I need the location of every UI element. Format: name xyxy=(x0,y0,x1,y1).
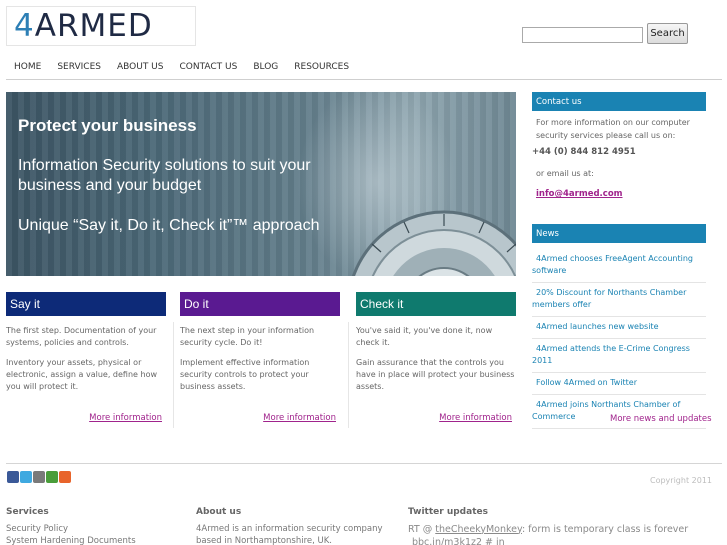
safe-dial-image xyxy=(351,210,516,276)
check-it-heading: Check it xyxy=(356,292,516,316)
hero-banner: Protect your business Information Securi… xyxy=(6,92,516,276)
tweet-user-link[interactable]: theCheekyMonkey xyxy=(435,524,522,535)
search-input[interactable] xyxy=(522,27,643,43)
news-list: 4Armed chooses FreeAgent Accounting soft… xyxy=(532,249,706,429)
nav-contact-us[interactable]: CONTACT US xyxy=(171,58,245,79)
say-it-more-link[interactable]: More information xyxy=(89,413,162,423)
print-icon[interactable] xyxy=(33,471,45,483)
check-it-column: Check it You've said it, you've done it,… xyxy=(356,292,516,423)
news-item[interactable]: 4Armed attends the E-Crime Congress 2011 xyxy=(532,339,706,373)
news-item[interactable]: 4Armed chooses FreeAgent Accounting soft… xyxy=(532,249,706,283)
hero-line-1: Information Security solutions to suit y… xyxy=(18,157,311,194)
tweet-link[interactable]: bbc.in/m3k1z2 # in xyxy=(408,536,708,545)
news-heading: News xyxy=(532,224,706,243)
logo[interactable]: 4ARMED xyxy=(6,6,196,46)
contact-email-link[interactable]: info@4armed.com xyxy=(532,188,706,201)
social-icons xyxy=(7,471,71,483)
do-it-column: Do it The next step in your information … xyxy=(180,292,340,423)
tweet: RT @ theCheekyMonkey: form is temporary … xyxy=(408,523,689,535)
do-it-heading: Do it xyxy=(180,292,340,316)
nav-home[interactable]: HOME xyxy=(6,58,49,79)
more-news-link[interactable]: More news and updates xyxy=(610,414,712,424)
footer-services: Services Security Policy System Hardenin… xyxy=(6,506,166,545)
contact-heading: Contact us xyxy=(532,92,706,111)
do-it-more-link[interactable]: More information xyxy=(263,413,336,423)
footer-divider xyxy=(6,463,722,464)
footer-about: About us 4Armed is an information securi… xyxy=(196,507,383,545)
hero-line-2: Unique “Say it, Do it, Check it”™ approa… xyxy=(18,217,320,234)
check-it-more-link[interactable]: More information xyxy=(439,413,512,423)
copyright: Copyright 2011 xyxy=(650,476,712,485)
news-item[interactable]: Follow 4Armed on Twitter xyxy=(532,373,706,395)
share-icon[interactable] xyxy=(46,471,58,483)
footer-link[interactable]: Security Policy xyxy=(6,523,166,536)
nav-services[interactable]: SERVICES xyxy=(49,58,109,79)
add-icon[interactable] xyxy=(59,471,71,483)
news-item[interactable]: 4Armed launches new website xyxy=(532,317,706,339)
nav-about-us[interactable]: ABOUT US xyxy=(109,58,172,79)
facebook-icon[interactable] xyxy=(7,471,19,483)
twitter-icon[interactable] xyxy=(20,471,32,483)
hero-title: Protect your business xyxy=(18,116,197,135)
nav-blog[interactable]: BLOG xyxy=(245,58,286,79)
say-it-column: Say it The first step. Documentation of … xyxy=(6,292,166,423)
nav-resources[interactable]: RESOURCES xyxy=(286,58,357,79)
footer-link[interactable]: System Hardening Documents xyxy=(6,535,166,545)
footer-twitter: Twitter updates RT @ theCheekyMonkey: fo… xyxy=(408,506,708,545)
contact-phone: +44 (0) 844 812 4951 xyxy=(532,147,636,157)
news-item[interactable]: 20% Discount for Northants Chamber membe… xyxy=(532,283,706,317)
contact-panel: For more information on our computer sec… xyxy=(532,116,706,201)
search-button[interactable]: Search xyxy=(647,23,688,44)
main-nav: HOME SERVICES ABOUT US CONTACT US BLOG R… xyxy=(6,58,722,80)
say-it-heading: Say it xyxy=(6,292,166,316)
